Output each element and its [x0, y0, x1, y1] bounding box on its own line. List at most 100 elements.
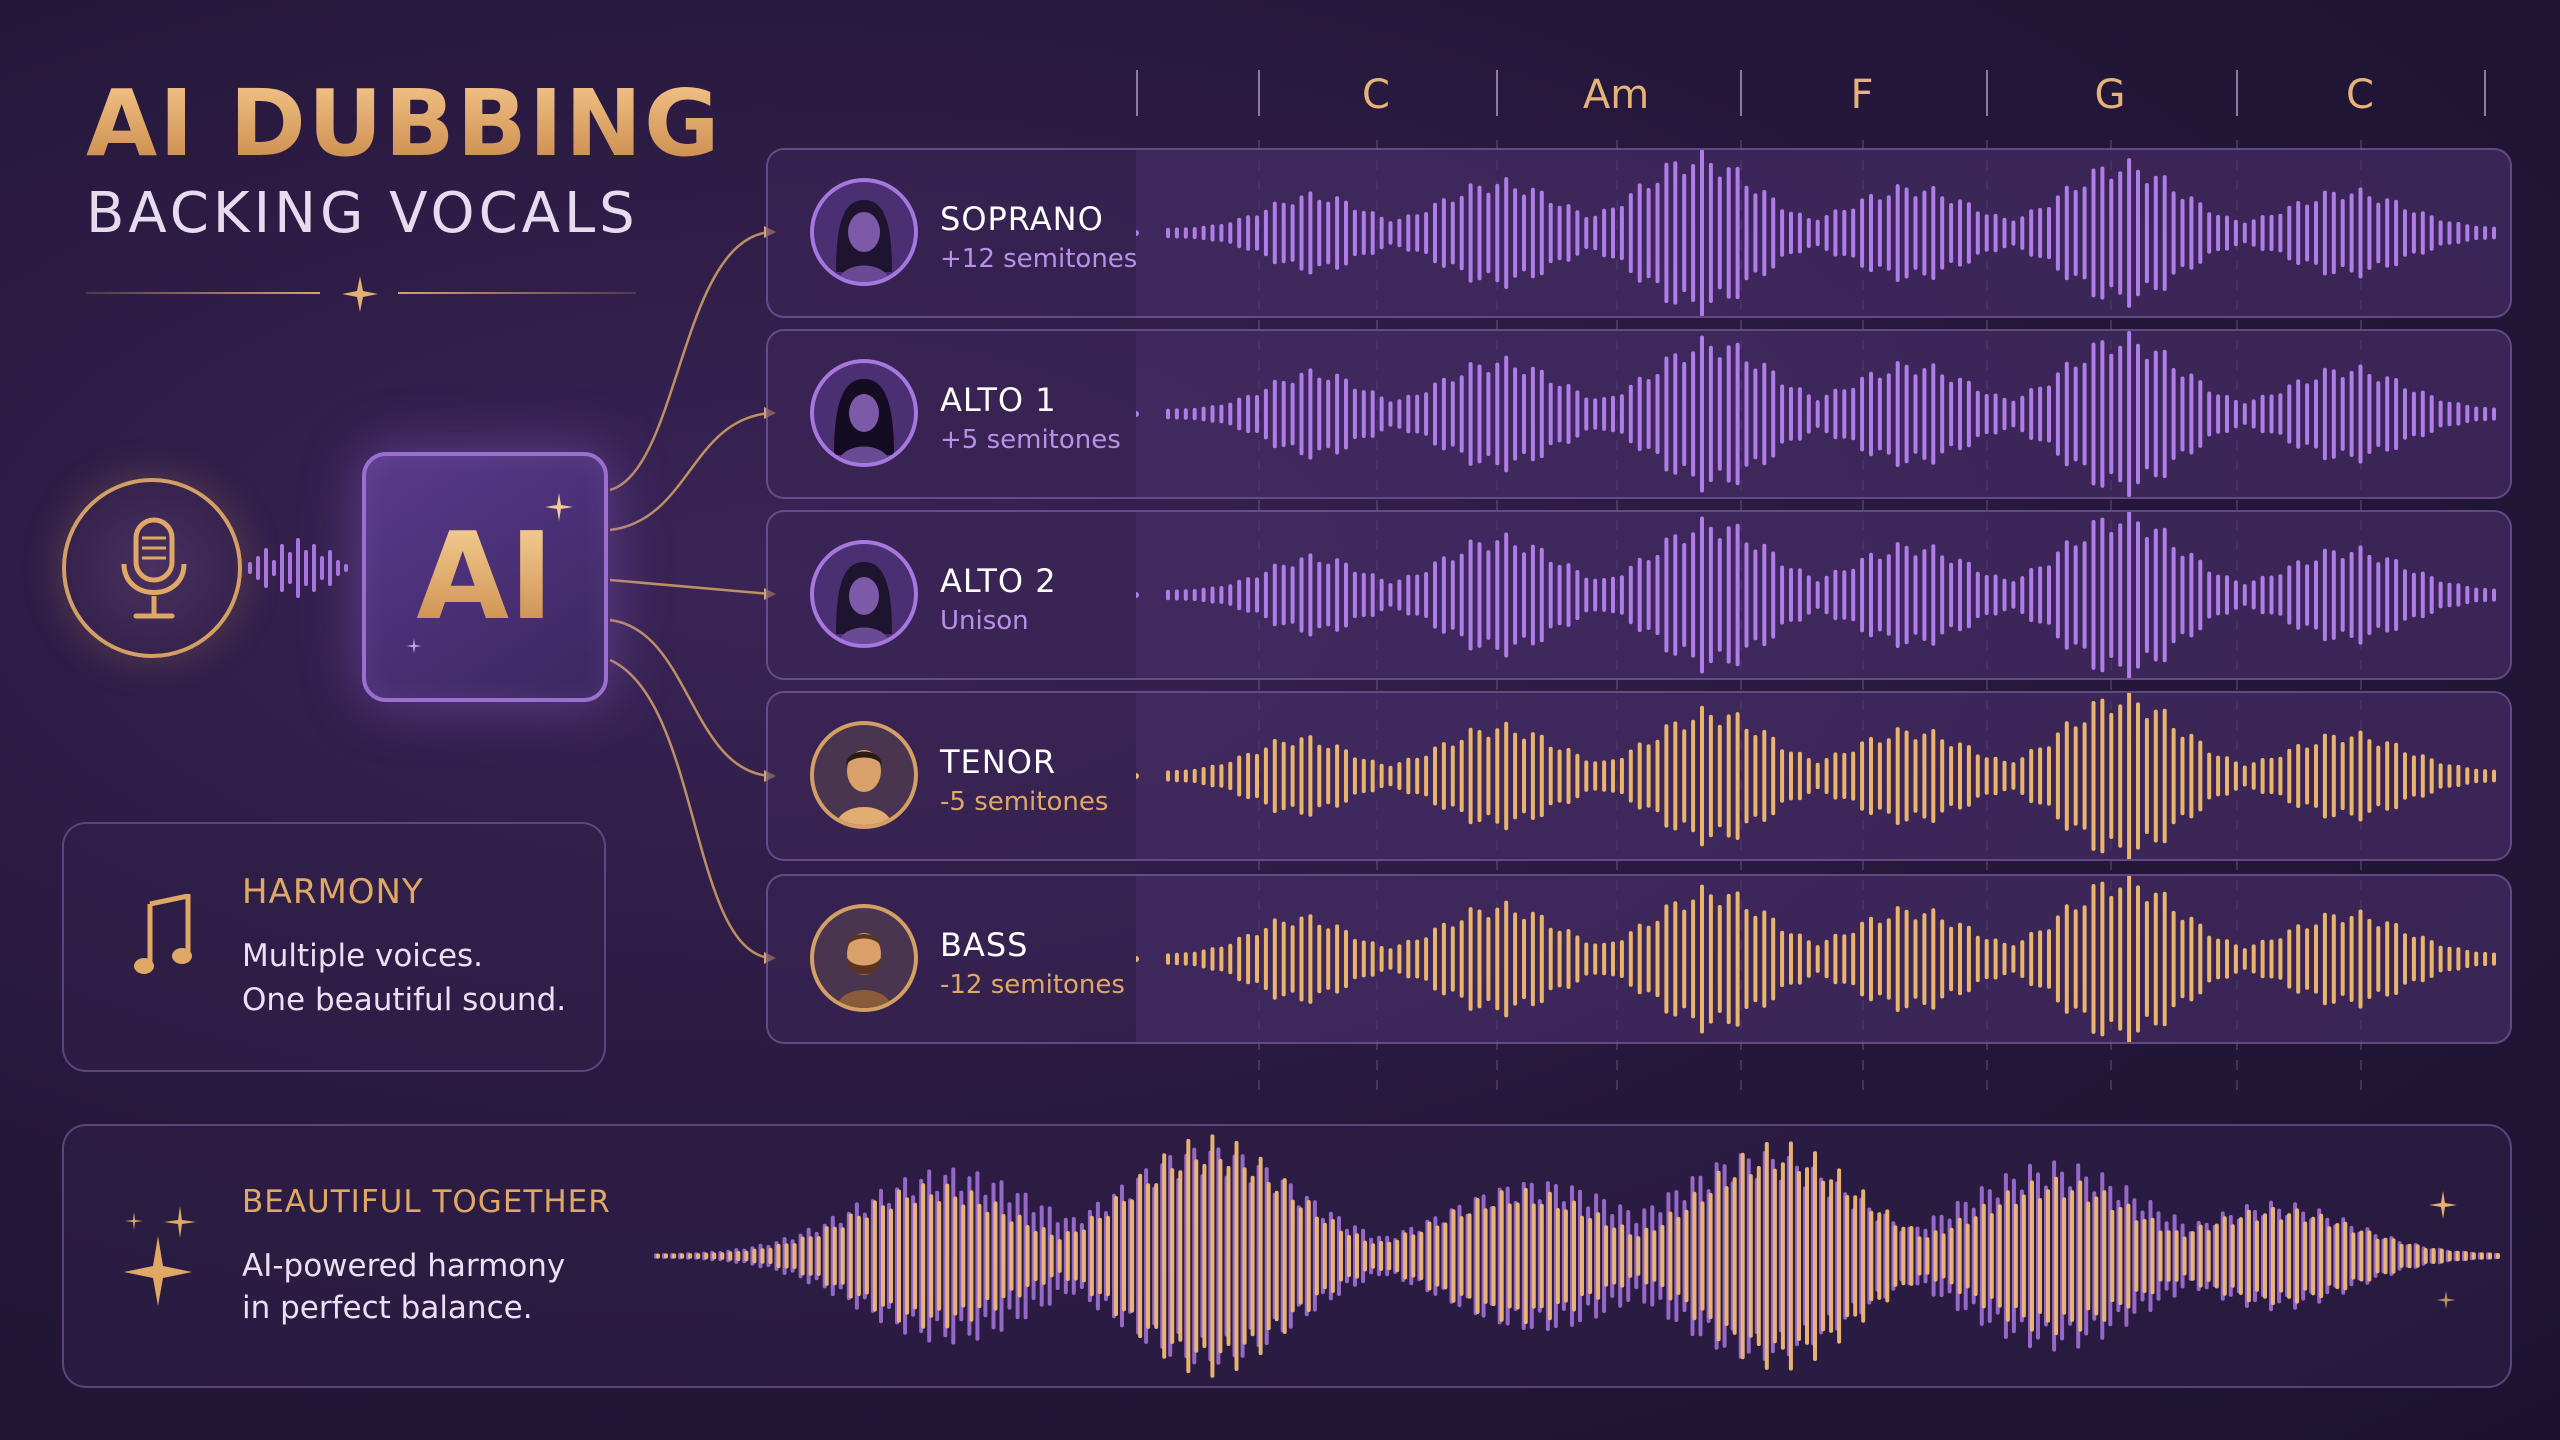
waveform-bar [1708, 714, 1713, 838]
voice-track-alto-2[interactable]: ALTO 2 Unison [766, 510, 2512, 680]
track-name: TENOR [940, 743, 1057, 781]
waveform-bar [2002, 397, 2007, 431]
combined-waveform-bar [2078, 1180, 2083, 1332]
combined-waveform-bar [1788, 1141, 1793, 1371]
combined-waveform-bar [1572, 1200, 1576, 1312]
sparkle-icon [406, 638, 422, 654]
waveform-bar [2394, 199, 2399, 267]
waveform-bar [2047, 929, 2051, 989]
waveform-bar [1352, 571, 1357, 619]
waveform-bar [1682, 173, 1687, 293]
waveform-bar [1192, 589, 1197, 602]
harmony-card: HARMONY Multiple voices. One beautiful s… [62, 822, 606, 1072]
waveform-bar [1219, 586, 1224, 604]
waveform-bar [2109, 531, 2114, 658]
waveform-bar [2118, 704, 2123, 848]
waveform-bar [1228, 402, 1233, 426]
waveform-bar [1655, 920, 1660, 998]
waveform-bar [1664, 904, 1669, 1014]
waveform-bar [1486, 192, 1491, 274]
waveform-bar [1344, 749, 1348, 803]
waveform-bar [1789, 933, 1793, 985]
waveform-bar [1842, 209, 1847, 256]
waveform-bar [1593, 578, 1598, 612]
voice-track-bass[interactable]: BASS -12 semitones [766, 874, 2512, 1044]
waveform-bar [1201, 406, 1206, 422]
waveform-bar [1708, 894, 1713, 1024]
waveform-bar [1877, 922, 1882, 996]
waveform-bar [1361, 758, 1366, 794]
waveform-bar [1522, 194, 1526, 272]
combined-waveform-bar [1025, 1225, 1030, 1287]
waveform-bar [1575, 753, 1580, 799]
waveform-bar [1450, 745, 1455, 807]
voice-track-alto-1[interactable]: ALTO 1 +5 semitones [766, 329, 2512, 499]
combined-waveform-bar [2415, 1244, 2420, 1268]
waveform-bar [2456, 947, 2461, 971]
waveform [1136, 876, 2496, 1042]
waveform-bar [2340, 922, 2345, 996]
waveform-bar [2225, 939, 2229, 979]
waveform-bar [1780, 384, 1785, 444]
combined-waveform-bar [1499, 1190, 1504, 1322]
sparkle-icon [2436, 1290, 2456, 1310]
waveform-bar [1611, 576, 1615, 614]
waveform-bar [2438, 763, 2443, 789]
waveform-bar [1326, 379, 1331, 449]
combined-waveform-bar [2488, 1252, 2492, 1260]
waveform-bar [2287, 205, 2292, 261]
waveform-bar [2340, 199, 2345, 268]
combined-waveform-bar [1668, 1211, 1673, 1301]
waveform-bar [2260, 939, 2265, 979]
waveform-bar [2287, 565, 2292, 625]
waveform-bar [1619, 940, 1624, 978]
track-detail: +12 semitones [940, 244, 1138, 274]
waveform-bar [1513, 732, 1518, 820]
waveform-bar [1210, 947, 1215, 971]
waveform-bar [1664, 162, 1669, 304]
voice-track-tenor[interactable]: TENOR -5 semitones [766, 691, 2512, 861]
combined-waveform-bar [2046, 1189, 2050, 1323]
combined-waveform-bar [1973, 1216, 1978, 1296]
waveform-bar [2144, 718, 2149, 834]
waveform-bar [1308, 191, 1313, 275]
female-avatar-icon [810, 359, 918, 467]
combined-waveform-bar [2383, 1237, 2388, 1275]
waveform-bar [2403, 752, 2407, 800]
waveform-bar [1646, 187, 1651, 279]
combined-waveform-bar [2013, 1203, 2018, 1309]
waveform-bar [1815, 400, 1820, 428]
waveform-bar [1459, 375, 1464, 453]
waveform-bar [1504, 177, 1509, 289]
waveform-bar [1949, 381, 1954, 447]
waveform-bar [1397, 218, 1402, 248]
combined-waveform-bar [1483, 1208, 1488, 1304]
waveform-bar [1753, 193, 1758, 273]
waveform-bar [2153, 892, 2158, 1026]
waveform-bar [1433, 927, 1437, 991]
combined-waveform-bar [2447, 1250, 2452, 1262]
waveform-bar [1628, 931, 1633, 987]
combined-waveform-bar [2214, 1223, 2219, 1289]
waveform-bar [1317, 561, 1322, 629]
waveform-bar [2314, 201, 2318, 265]
waveform-bar [1379, 946, 1384, 972]
waveform-bar [1691, 351, 1696, 477]
waveform-bar [2002, 760, 2007, 792]
combined-waveform-bar [1106, 1215, 1110, 1297]
combined-waveform-bar [1580, 1215, 1584, 1297]
voice-track-soprano[interactable]: SOPRANO +12 semitones [766, 148, 2512, 318]
combined-waveform-bar [1130, 1199, 1135, 1313]
combined-waveform-bar [1306, 1200, 1311, 1312]
waveform-bar [2376, 381, 2381, 447]
waveform-bar [1975, 935, 1980, 983]
waveform-bar [2358, 364, 2363, 464]
combined-waveform-bar [872, 1200, 877, 1312]
waveform-bar [1557, 205, 1562, 261]
waveform-bar [1700, 705, 1704, 847]
waveform-bar [1602, 397, 1607, 431]
female-avatar-icon [810, 178, 918, 286]
combined-waveform-bar [1049, 1234, 1054, 1278]
combined-waveform-bar [1274, 1190, 1279, 1322]
waveform-bar [1522, 738, 1526, 814]
